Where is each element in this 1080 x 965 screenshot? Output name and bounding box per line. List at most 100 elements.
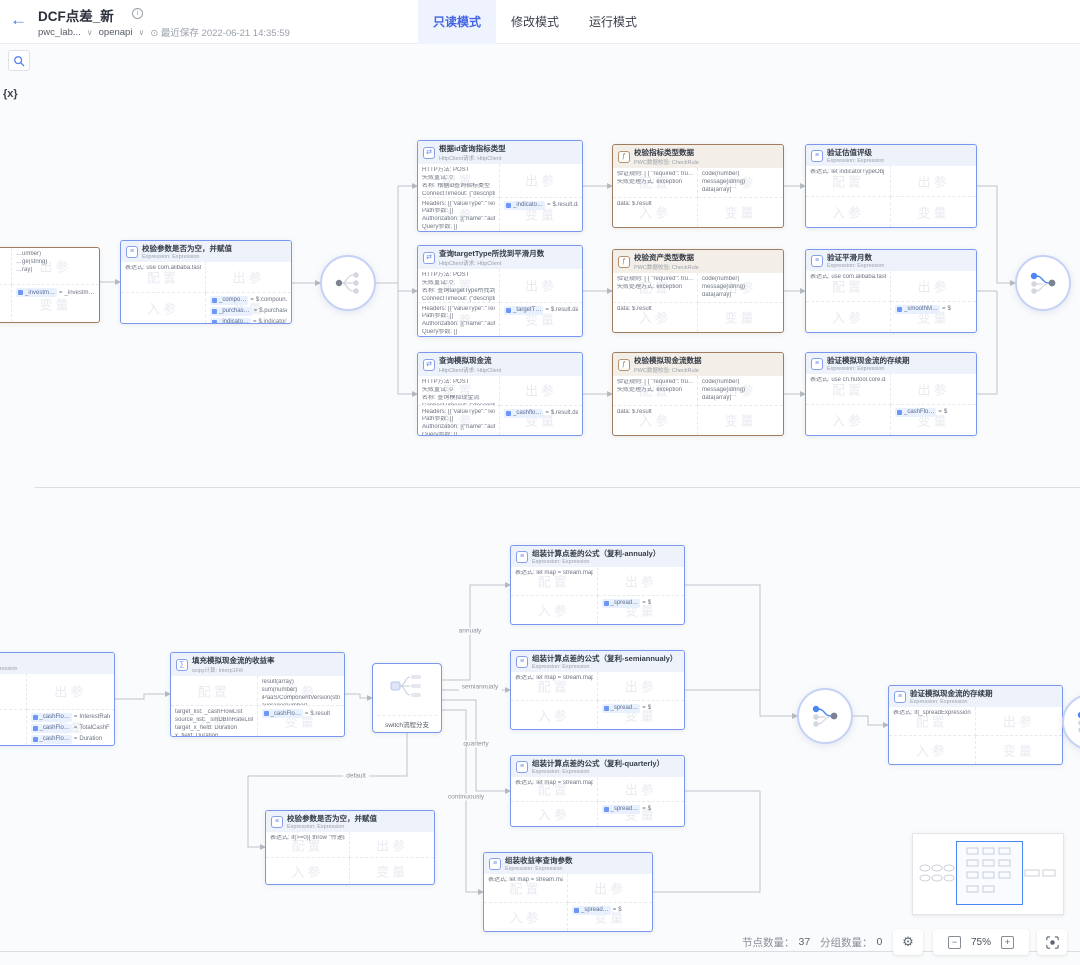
node-config-line: 失败处理方式: exception xyxy=(617,284,693,292)
expression-icon: ≡ xyxy=(894,691,906,703)
flow-node-a[interactable]: 配置出参…umber)…ge(string)…ray)入参变量_investm…… xyxy=(0,247,100,323)
variables-button[interactable]: {x} xyxy=(3,88,18,100)
flow-node-m[interactable]: ≡验证模拟现金流的存续期Expression: Expression配置表达式:… xyxy=(888,685,1063,765)
gear-icon: ⚙ xyxy=(902,934,914,950)
node-title: 设置字段名 xyxy=(0,655,17,666)
node-subtitle: Expression: Expression xyxy=(505,866,573,872)
node-config-line: HTTP方法: POST xyxy=(422,272,495,280)
flow-node-c2[interactable]: ⇄查询targetType所找到平滑月数HttpClient请求: HttpCl… xyxy=(417,245,583,337)
node-quadrant-tr: 出参 xyxy=(27,674,115,710)
node-config-line: 表达式: if(_spreadExpression == … xyxy=(893,710,971,718)
flow-node-c3[interactable]: ⇄查询模拟现金流HttpClient请求: HttpClient配置HTTP方法… xyxy=(417,352,583,436)
node-subtitle: HttpClient请求: HttpClient xyxy=(439,259,544,267)
param-value: $.result.data xyxy=(551,307,578,313)
param-name: _cashFlo… xyxy=(40,725,70,731)
flow-node-f[interactable]: ≡设置字段名Expression: Expression配置Rate =…出参入… xyxy=(0,652,115,746)
param-chip-icon xyxy=(33,715,38,720)
fit-view-button[interactable] xyxy=(1037,929,1067,955)
node-title: 验证估值评级 xyxy=(827,147,884,158)
http-icon: ⇄ xyxy=(423,252,435,264)
node-quadrant-bl: 入参 xyxy=(806,405,891,436)
node-config-line: HTTP方法: POST xyxy=(422,379,495,387)
node-header: ≡设置字段名Expression: Expression xyxy=(0,653,114,674)
node-quadrant-bl: 入参Headers: [{"valueType":"Text","n…Path参… xyxy=(418,303,500,337)
node-quadrant-br: 变量_compo…=$.compoun…_purchas…=$.purchase… xyxy=(206,293,291,324)
chevron-down-icon[interactable]: ∨ xyxy=(87,28,93,37)
settings-button[interactable]: ⚙ xyxy=(893,929,923,955)
minimap-viewport[interactable] xyxy=(956,841,1023,905)
flow-node-i2[interactable]: ≡组装计算点差的公式（复利-semiannualy）Expression: Ex… xyxy=(510,650,685,730)
param-chip: _cashFlo… xyxy=(31,724,72,733)
env-select[interactable]: pwc_lab... xyxy=(38,27,81,38)
flow-node-e2[interactable]: ≡验证平滑月数Expression: Expression配置表达式: use … xyxy=(805,249,977,333)
quadrant-watermark: 入参 xyxy=(0,718,26,737)
flow-node-c1[interactable]: ⇄根据id查询指标类型HttpClient请求: HttpClient配置HTT… xyxy=(417,140,583,232)
junction-node-merge[interactable] xyxy=(1062,694,1080,750)
flow-node-d2[interactable]: ƒ校验资产类型数据PWC数据校验: CheckRule配置验证规则: [ { "… xyxy=(612,249,784,333)
node-body: 配置表达式: if(_spreadExpression == …出参入参变量 xyxy=(889,707,1062,764)
search-button[interactable] xyxy=(8,50,30,71)
param-tag: _indicato…=$.indicatorT… xyxy=(210,318,287,324)
flow-edge xyxy=(685,585,797,716)
chevron-down-icon[interactable]: ∨ xyxy=(138,28,144,37)
flow-node-e3[interactable]: ≡验证模拟现金流的存续期Expression: Expression配置表达式:… xyxy=(805,352,977,436)
flow-node-i1[interactable]: ≡组装计算点差的公式（复利-annualy）Expression: Expres… xyxy=(510,545,685,625)
quadrant-watermark: 变量 xyxy=(350,862,434,881)
node-quadrant-tr: 出参 xyxy=(500,164,582,198)
flow-edge xyxy=(345,694,372,698)
zoom-in-button[interactable]: + xyxy=(1001,936,1014,949)
switch-node-label: switch流程分支 xyxy=(377,715,437,729)
clock-icon: ⊙ xyxy=(150,28,158,39)
node-subtitle: Expression: Expression xyxy=(142,254,232,260)
param-tag: _cashFlo…=$.result xyxy=(262,709,341,718)
flow-node-d1[interactable]: ƒ校验指标类型数据PWC数据校验: CheckRule配置验证规则: [ { "… xyxy=(612,144,784,228)
node-subtitle: Expression: Expression xyxy=(827,158,884,164)
node-config-line: Path参数: [] xyxy=(422,313,495,321)
flow-canvas[interactable]: 配置出参…umber)…ge(string)…ray)入参变量_investm…… xyxy=(0,44,1080,965)
node-config-line: Path参数: [] xyxy=(422,208,495,216)
junction-node-merge[interactable] xyxy=(1015,255,1071,311)
node-body: 配置表达式: let map = stream.map()…出参入参变量_spr… xyxy=(511,777,684,826)
tab-修改模式[interactable]: 修改模式 xyxy=(496,0,574,44)
flow-node-b[interactable]: ≡校验参数是否为空，并赋值Expression: Expression配置表达式… xyxy=(120,240,292,324)
back-arrow-icon[interactable]: ← xyxy=(10,10,27,30)
flow-node-g[interactable]: ∑填充模拟现金流的收益率scipy计算: Interp1Fill配置出参resu… xyxy=(170,652,345,737)
param-chip: _investm… xyxy=(16,288,57,297)
flow-node-e1[interactable]: ≡验证估值评级Expression: Expression配置表达式: let … xyxy=(805,144,977,228)
node-quadrant-tl: 配置 xyxy=(171,676,258,706)
switch-node[interactable]: switch流程分支 xyxy=(372,663,442,733)
node-header: ƒ校验指标类型数据PWC数据校验: CheckRule xyxy=(613,145,783,168)
node-body: 配置表达式: let map = stream.map()…出参入参变量_spr… xyxy=(511,567,684,624)
node-title: 校验参数是否为空，并赋值 xyxy=(142,243,232,254)
flow-node-d3[interactable]: ƒ校验模拟现金流数据PWC数据校验: CheckRule配置验证规则: [ { … xyxy=(612,352,784,436)
node-quadrant-bl: 入参 xyxy=(806,302,891,333)
flow-node-i3[interactable]: ≡组装计算点差的公式（复利-quarterly）Expression: Expr… xyxy=(510,755,685,827)
node-title: 根据id查询指标类型 xyxy=(439,143,506,154)
node-quadrant-br: 变量_cashFlo…=InterestRate_cashFlo…=TotalC… xyxy=(27,710,115,746)
junction-node-split[interactable] xyxy=(320,255,376,311)
param-equals: = xyxy=(545,410,549,416)
node-config-line: 验证规则: [ { "required": tru… xyxy=(617,276,693,284)
tab-只读模式[interactable]: 只读模式 xyxy=(418,0,496,44)
node-config-line: Headers: [{"valueType":"Text","n… xyxy=(422,306,495,314)
junction-node-merge[interactable] xyxy=(797,688,853,744)
flow-node-j[interactable]: ≡组装收益率查询参数Expression: Expression配置表达式: l… xyxy=(483,852,653,932)
split-icon xyxy=(334,270,362,296)
expression-icon: ≡ xyxy=(811,255,823,267)
search-icon xyxy=(13,55,25,67)
flow-node-k[interactable]: ≡校验参数是否为空，并赋值Expression: Expression配置表达式… xyxy=(265,810,435,885)
node-quadrant-tr: 出参code(number)message(string)data(array) xyxy=(698,376,783,406)
node-quadrant-br: 变量_spread…=$ xyxy=(598,701,685,730)
api-select[interactable]: openapi xyxy=(99,27,133,38)
param-value: InterestRate xyxy=(79,714,110,720)
tab-运行模式[interactable]: 运行模式 xyxy=(574,0,652,44)
param-tag: _purchas…=$.purchase… xyxy=(210,307,287,316)
quadrant-watermark: 入参 xyxy=(806,410,890,429)
node-header: ≡校验参数是否为空，并赋值Expression: Expression xyxy=(121,241,291,262)
zoom-out-button[interactable]: − xyxy=(948,936,961,949)
info-icon[interactable]: i xyxy=(132,8,143,19)
node-titles: 组装计算点差的公式（复利-quarterly）Expression: Expre… xyxy=(532,758,664,775)
minimap[interactable] xyxy=(912,833,1064,915)
node-config-line: …ge(string) xyxy=(16,259,95,267)
node-count: 节点数量：37 xyxy=(742,929,810,955)
